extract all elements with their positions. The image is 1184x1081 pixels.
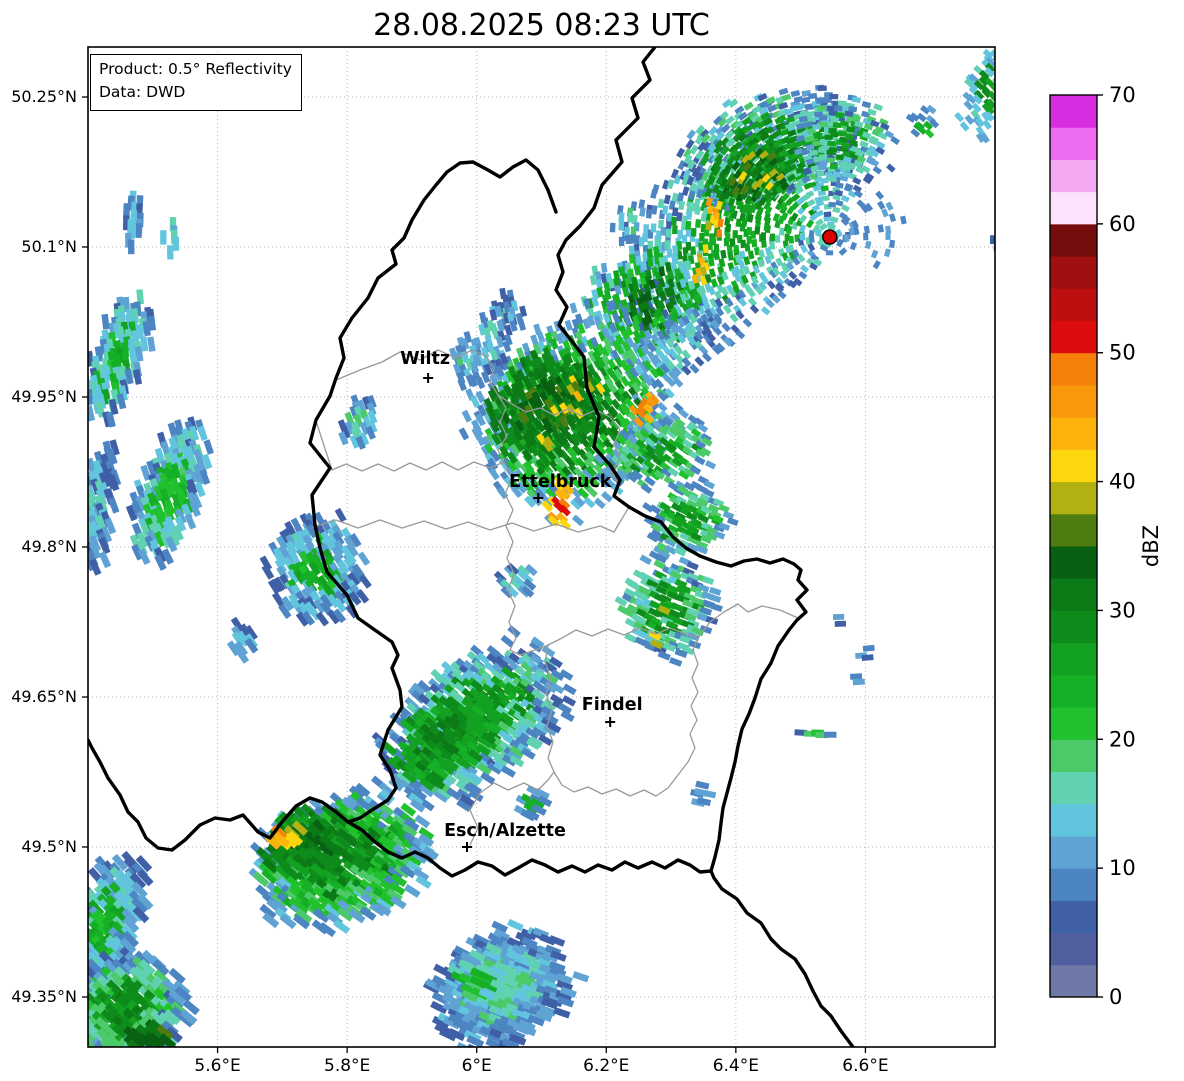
colorbar-unit-label: dBZ xyxy=(1139,525,1163,567)
city-label: Findel xyxy=(582,695,643,715)
plot-title: 28.08.2025 08:23 UTC xyxy=(373,8,710,43)
colorbar-tick-label: 0 xyxy=(1109,985,1122,1009)
x-tick-label: 6.4°E xyxy=(713,1056,759,1076)
colorbar-tick-label: 30 xyxy=(1109,598,1136,622)
y-tick-label: 49.5°N xyxy=(21,837,77,856)
y-tick-label: 49.65°N xyxy=(11,687,77,706)
y-tick-label: 50.25°N xyxy=(11,87,77,106)
x-tick-label: 5.8°E xyxy=(324,1056,370,1076)
product-line: Product: 0.5° Reflectivity xyxy=(99,60,292,78)
city-label: Wiltz xyxy=(400,349,450,369)
x-tick-label: 6.6°E xyxy=(842,1056,888,1076)
y-tick-label: 49.95°N xyxy=(11,387,77,406)
city: Esch/Alzette xyxy=(444,821,566,852)
x-tick-label: 5.6°E xyxy=(194,1056,240,1076)
colorbar: 0 10 20 30 40 50 60 70 dBZ xyxy=(1049,83,1163,1009)
colorbar-tick-label: 20 xyxy=(1109,727,1136,751)
x-tick-label: 6°E xyxy=(462,1056,492,1076)
radar-reflectivity-cells xyxy=(88,48,995,1047)
radar-site-marker xyxy=(822,229,838,245)
y-tick-label: 49.35°N xyxy=(11,987,77,1006)
product-info-box: Product: 0.5° Reflectivity Data: DWD xyxy=(90,54,302,111)
data-source-line: Data: DWD xyxy=(99,83,186,102)
radar-figure: 28.08.2025 08:23 UTC Product: 0.5° Refle… xyxy=(0,0,1184,1081)
city-label: Ettelbruck xyxy=(509,472,612,492)
y-tick-label: 49.8°N xyxy=(21,537,77,556)
colorbar-tick-label: 70 xyxy=(1109,83,1136,107)
colorbar-tick-label: 40 xyxy=(1109,470,1136,494)
x-tick-label: 6.2°E xyxy=(583,1056,629,1076)
city: Wiltz xyxy=(400,349,450,383)
colorbar-tick-label: 50 xyxy=(1109,341,1136,365)
city-label: Esch/Alzette xyxy=(444,821,566,841)
colorbar-tick-label: 10 xyxy=(1109,856,1136,880)
axis-ticks: 5.6°E 5.8°E 6°E 6.2°E 6.4°E 6.6°E 50.25°N 50.1°… xyxy=(11,87,888,1076)
map-canvas: WiltzEttelbruckFindelEsch/Alzette 5.6°E 5… xyxy=(11,46,1163,1076)
y-tick-label: 50.1°N xyxy=(21,237,77,256)
city: Findel xyxy=(582,695,643,727)
colorbar-tick-label: 60 xyxy=(1109,212,1136,236)
